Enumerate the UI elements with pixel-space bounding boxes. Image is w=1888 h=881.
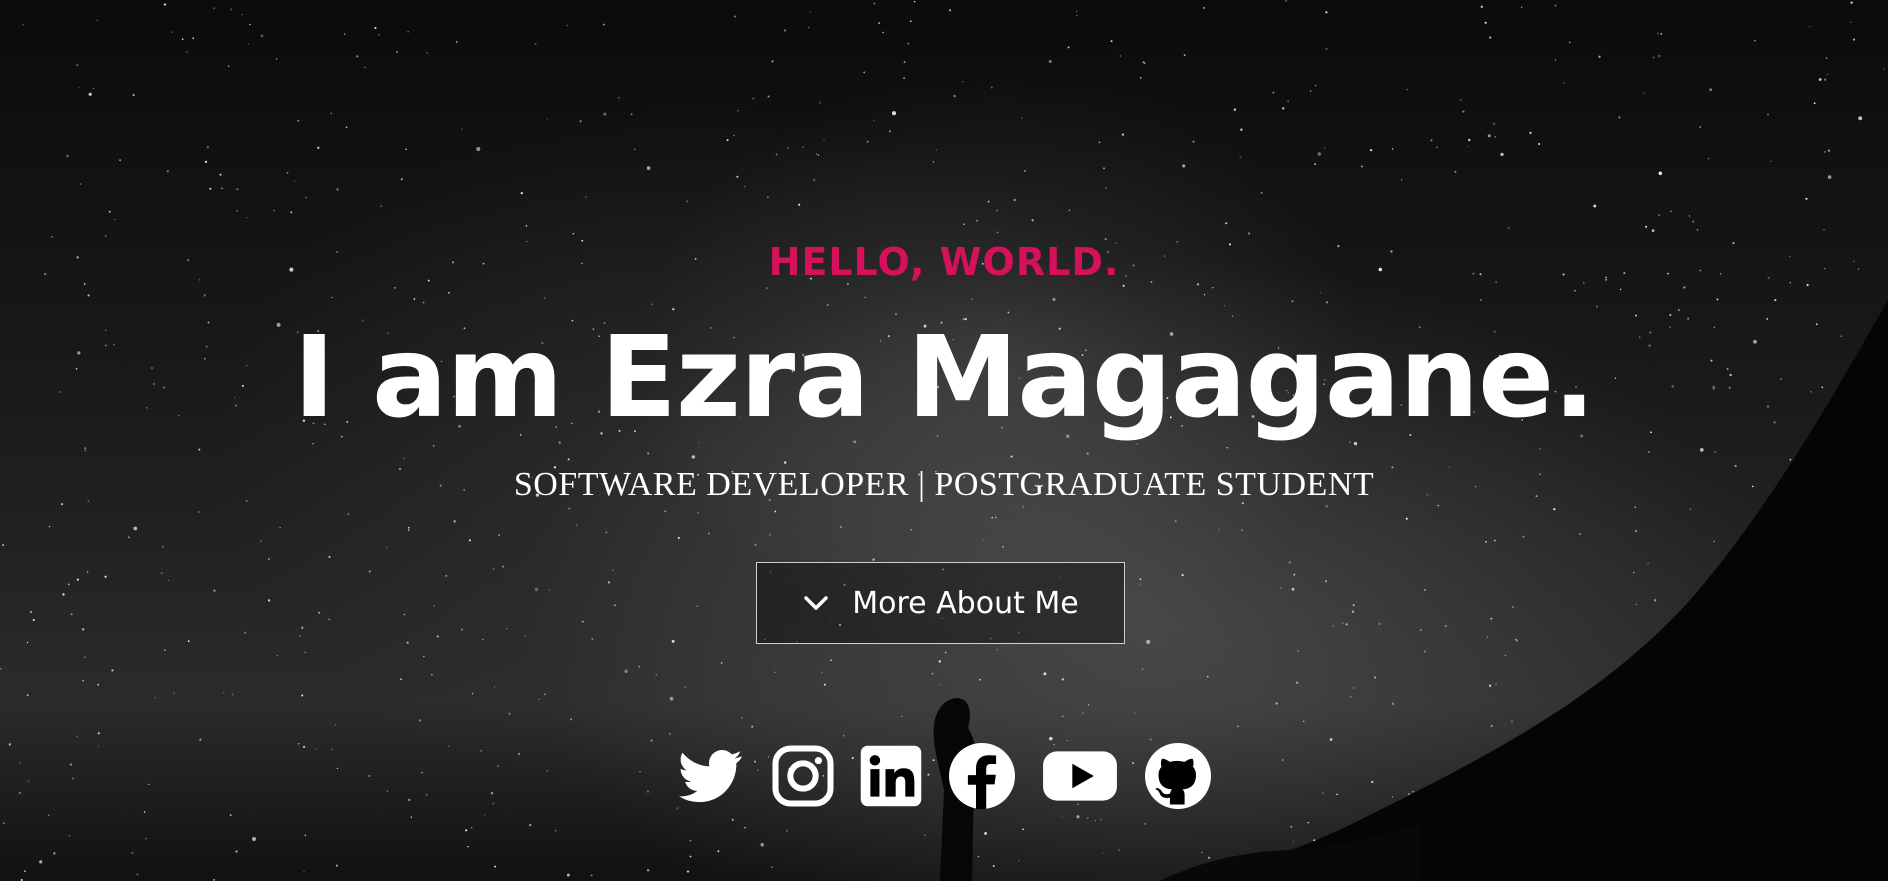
more-about-me-label: More About Me (852, 585, 1079, 621)
github-icon (1145, 743, 1211, 809)
youtube-link[interactable] (1040, 740, 1120, 812)
twitter-icon (679, 750, 742, 803)
youtube-icon (1043, 751, 1117, 801)
greeting-text: HELLO, WORLD. (768, 240, 1120, 284)
chevron-down-icon (804, 596, 828, 610)
hero-content: HELLO, WORLD. I am Ezra Magagane. SOFTWA… (0, 0, 1888, 881)
instagram-link[interactable] (770, 740, 836, 812)
hero-section: HELLO, WORLD. I am Ezra Magagane. SOFTWA… (0, 0, 1888, 881)
subtitle-text: SOFTWARE DEVELOPER | POSTGRADUATE STUDEN… (513, 466, 1375, 503)
facebook-icon (949, 743, 1015, 809)
linkedin-link[interactable] (858, 740, 924, 812)
facebook-link[interactable] (946, 740, 1018, 812)
twitter-link[interactable] (674, 740, 748, 812)
github-link[interactable] (1142, 740, 1214, 812)
linkedin-icon (860, 745, 922, 807)
more-about-me-button[interactable]: More About Me (756, 562, 1125, 644)
social-links (0, 740, 1888, 812)
instagram-icon (772, 745, 834, 807)
page-title: I am Ezra Magagane. (293, 313, 1595, 443)
